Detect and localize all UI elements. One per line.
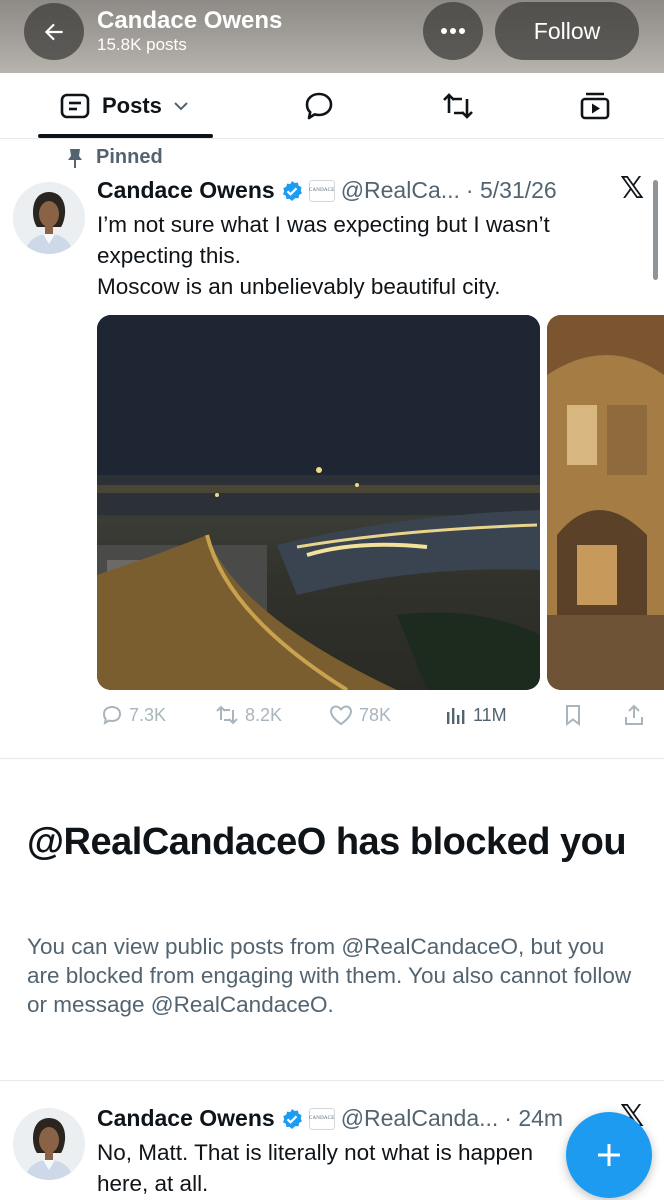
pinned-indicator: Pinned: [66, 146, 163, 169]
ellipsis-icon: [441, 28, 465, 34]
bookmark-button[interactable]: [563, 704, 583, 726]
tweet-photo-moscow-night[interactable]: [97, 315, 540, 690]
bookmark-icon: [566, 705, 580, 726]
view-count: 11M: [473, 704, 507, 725]
profile-photo: [13, 1108, 85, 1180]
back-button[interactable]: [24, 3, 84, 60]
posts-icon: [60, 93, 90, 119]
affiliate-badge[interactable]: CANDACE: [308, 179, 335, 202]
reply-icon: [102, 705, 122, 726]
affiliate-badge[interactable]: CANDACE: [308, 1107, 335, 1130]
arrow-left-icon: [44, 23, 63, 40]
tweet-text-line: Moscow is an unbelievably beautiful city…: [97, 274, 501, 299]
divider: [0, 758, 664, 759]
post-count: 15.8K posts: [97, 35, 187, 54]
repost-icon: [443, 93, 473, 119]
reply-button[interactable]: 7.3K: [101, 704, 166, 726]
chevron-down-icon: [174, 102, 188, 111]
tweet-actions: 7.3K 8.2K 78K 11M: [97, 700, 657, 734]
verified-badge-icon[interactable]: [281, 1108, 303, 1130]
repost-button[interactable]: 8.2K: [215, 704, 282, 726]
tweet-photo-cathedral[interactable]: [547, 315, 664, 690]
author-name[interactable]: Candace Owens: [97, 177, 275, 204]
cathedral-interior-image: [547, 315, 664, 690]
share-button[interactable]: [623, 704, 645, 726]
tweet-author-row: Candace Owens CANDACE @RealCa... · 5/31/…: [97, 177, 557, 204]
blocked-description: You can view public posts from @RealCand…: [27, 934, 632, 1017]
tab-reposts[interactable]: [441, 89, 475, 123]
reply-count: 7.3K: [129, 704, 167, 725]
compose-post-button[interactable]: [566, 1112, 652, 1198]
avatar[interactable]: [13, 1108, 85, 1180]
views-button[interactable]: 11M: [445, 704, 507, 726]
like-button[interactable]: 78K: [329, 704, 391, 726]
blocked-title: @RealCandaceO has blocked you: [27, 821, 627, 863]
divider: [0, 1080, 664, 1081]
profile-tabs: Posts: [0, 73, 664, 139]
repost-icon: [216, 705, 238, 725]
analytics-icon: [447, 708, 465, 724]
tab-posts-label: Posts: [102, 93, 162, 118]
profile-header: Candace Owens 15.8K posts Follow: [0, 0, 664, 73]
profile-name: Candace Owens: [97, 7, 283, 34]
media-icon: [580, 92, 610, 120]
profile-photo: [13, 182, 85, 254]
more-options-button[interactable]: [423, 2, 483, 60]
tweet-text-line: I’m not sure what I was expecting but I …: [97, 212, 550, 268]
tab-posts[interactable]: Posts: [60, 90, 190, 122]
author-name[interactable]: Candace Owens: [97, 1105, 275, 1132]
share-icon: [625, 704, 643, 725]
reply-icon: [305, 92, 333, 120]
scrollbar[interactable]: [653, 180, 658, 280]
repost-count: 8.2K: [245, 704, 283, 725]
pinned-label: Pinned: [96, 146, 163, 168]
tweet-author-row: Candace Owens CANDACE @RealCanda... · 24…: [97, 1105, 563, 1132]
active-tab-indicator: [38, 134, 213, 138]
tweet-timestamp[interactable]: · 24m: [504, 1105, 563, 1132]
author-handle[interactable]: @RealCanda...: [341, 1105, 499, 1132]
pin-icon: [68, 148, 82, 168]
heart-icon: [329, 705, 353, 726]
author-handle[interactable]: @RealCa...: [341, 177, 460, 204]
x-logo-icon: 𝕏: [620, 171, 645, 206]
city-night-image: [97, 315, 540, 690]
tweet-body: I’m not sure what I was expecting but I …: [97, 209, 617, 302]
avatar[interactable]: [13, 182, 85, 254]
tweet-timestamp[interactable]: · 5/31/26: [466, 177, 557, 204]
follow-button[interactable]: Follow: [495, 2, 639, 60]
plus-icon: [598, 1144, 620, 1166]
tab-media[interactable]: [578, 89, 612, 123]
verified-badge-icon[interactable]: [281, 180, 303, 202]
like-count: 78K: [359, 704, 392, 725]
tab-replies[interactable]: [302, 89, 336, 123]
tweet-body: No, Matt. That is literally not what is …: [97, 1140, 534, 1196]
